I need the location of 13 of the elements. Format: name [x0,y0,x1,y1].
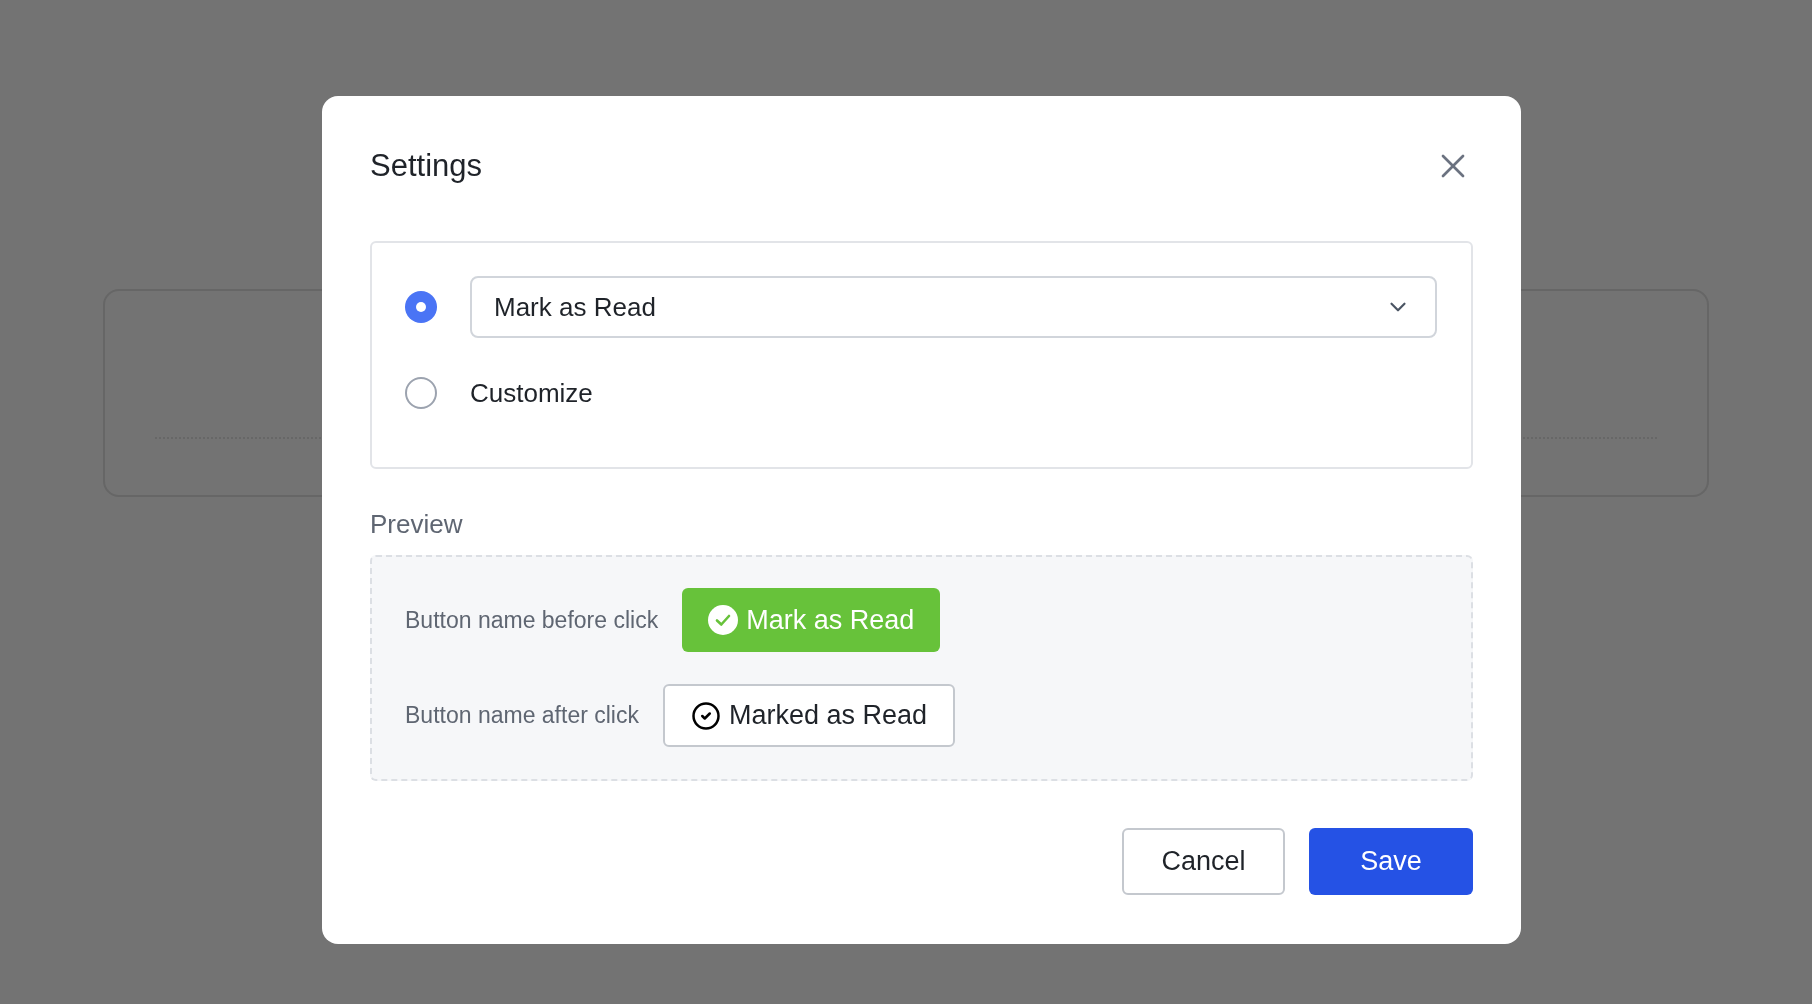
preview-label: Button name after click [405,701,639,731]
dialog-title: Settings [370,146,482,185]
dropdown-field[interactable]: Mark as Read [470,276,1437,338]
marked-read-button[interactable]: Marked as Read [662,684,956,747]
option-label: Customize [470,377,593,409]
check-circle-icon [690,700,721,731]
check-circle-icon [708,605,739,635]
radio-button[interactable] [405,377,437,409]
cancel-button[interactable]: Cancel [1122,828,1285,895]
preview-label: Button name before click [405,605,659,635]
radio-button[interactable] [405,291,437,323]
preview-heading: Preview [370,508,463,541]
save-button[interactable]: Save [1309,828,1473,895]
